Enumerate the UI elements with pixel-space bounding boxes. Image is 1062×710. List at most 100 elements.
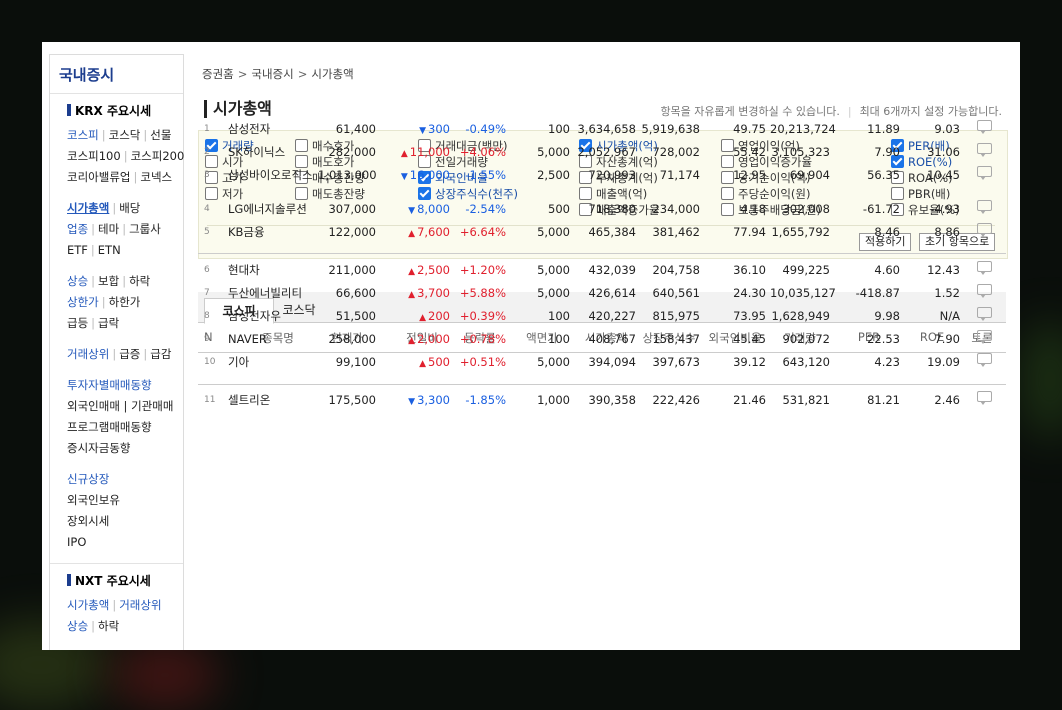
discussion-icon[interactable] [977, 223, 992, 237]
foreign-ratio: 4.18 [740, 202, 766, 216]
sidebar-link[interactable]: 외국인매매 | 기관매매 [67, 399, 173, 413]
stock-name-link[interactable]: LG에너지솔루션 [228, 201, 320, 218]
sidebar-link-row: 코리아밸류업 | 코넥스 [67, 167, 183, 188]
sidebar-link[interactable]: 코스닥 [109, 128, 141, 142]
stock-name-link[interactable]: KB금융 [228, 224, 320, 241]
sidebar-link[interactable]: 하한가 [109, 295, 141, 309]
discussion-icon[interactable] [977, 353, 992, 367]
change-rate: -1.55% [465, 168, 506, 182]
sidebar-link[interactable]: IPO [67, 535, 86, 549]
sidebar-link[interactable]: ETN [98, 243, 121, 257]
change-value: 500 [428, 355, 450, 369]
stock-name-link[interactable]: 셀트리온 [228, 392, 320, 409]
sidebar-link[interactable]: 급등 [67, 316, 88, 330]
link-separator: | [133, 170, 138, 184]
sidebar-link[interactable]: 투자자별매매동향 [67, 378, 152, 392]
sidebar-link[interactable]: 배당 [119, 201, 140, 215]
market-cap: 394,094 [588, 355, 636, 369]
sidebar-link[interactable]: 코스피200 [131, 149, 185, 163]
roe: 19.09 [927, 355, 960, 369]
stock-name-link[interactable]: 삼성전자우 [228, 308, 320, 325]
sidebar-link[interactable]: 급증 [119, 347, 140, 361]
sidebar-link-row: 시가총액 | 거래상위 [67, 595, 183, 616]
sidebar-link[interactable]: 거래상위 [67, 347, 109, 361]
sidebar-link[interactable]: 상한가 [67, 295, 99, 309]
sidebar-link[interactable]: 테마 [98, 222, 119, 236]
current-price: 66,600 [335, 286, 376, 300]
listed-shares: 397,673 [652, 355, 700, 369]
breadcrumb-item[interactable]: 국내증시 [251, 67, 293, 81]
breadcrumb-separator-icon: > [297, 67, 308, 81]
sidebar-group-investor: 투자자별매매동향외국인매매 | 기관매매프로그램매매동향증시자금동향 [67, 375, 183, 459]
sidebar-link-row: 외국인매매 | 기관매매 [67, 396, 183, 417]
sidebar-link[interactable]: 프로그램매매동향 [67, 420, 152, 434]
sidebar-link[interactable]: 시가총액 [67, 598, 109, 612]
down-arrow-icon: ▼ [408, 397, 416, 407]
discussion-icon[interactable] [977, 261, 992, 275]
sidebar-link[interactable]: 코스피 [67, 128, 99, 142]
sidebar-link[interactable]: 그룹사 [129, 222, 161, 236]
stock-name-link[interactable]: SK하이닉스 [228, 144, 320, 161]
option-limit-note: 최대 6개까지 설정 가능합니다. [859, 105, 1002, 118]
discussion-icon[interactable] [977, 307, 992, 321]
sidebar-nxt-section: NXT 주요시세 시가총액 | 거래상위 상승 | 하락 [50, 564, 183, 637]
discussion-icon[interactable] [977, 330, 992, 344]
link-separator: | [112, 201, 117, 215]
sidebar-link[interactable]: 하락 [129, 274, 150, 288]
sidebar-link[interactable]: 선물 [150, 128, 171, 142]
option-note: 항목을 자유롭게 변경하실 수 있습니다. | 최대 6개까지 설정 가능합니다. [660, 103, 1002, 119]
table-row: 4 LG에너지솔루션 307,000 ▼ 8,000 -2.54% 500 718,380 23… [198, 198, 1006, 221]
group-divider [198, 384, 1006, 385]
discussion-icon[interactable] [977, 143, 992, 157]
finance-page: 국내증시 KRX 주요시세 코스피 | 코스닥 | 선물 코스피100 | 코스피200 코리아… [42, 42, 1020, 650]
stock-name-link[interactable]: 삼성바이오로직스 [228, 167, 320, 184]
roe: 1.52 [934, 286, 960, 300]
market-cap: 720,993 [588, 168, 636, 182]
discussion-icon[interactable] [977, 284, 992, 298]
link-separator: | [143, 128, 148, 142]
market-cap: 465,384 [588, 225, 636, 239]
change-rate: +1.20% [459, 263, 506, 277]
sidebar-link[interactable]: ETF [67, 243, 88, 257]
sidebar-link-row: 신규상장 [67, 469, 183, 490]
sidebar-link[interactable]: 보합 [98, 274, 119, 288]
sidebar-link[interactable]: 외국인보유 [67, 493, 120, 507]
stock-name-link[interactable]: 현대차 [228, 262, 320, 279]
sidebar-link[interactable]: 코넥스 [140, 170, 172, 184]
sidebar-link[interactable]: 상승 [67, 619, 88, 633]
sidebar-link[interactable]: 코스피100 [67, 149, 121, 163]
discussion-icon[interactable] [977, 391, 992, 405]
table-row: 9 NAVER 258,000 ▲ 2,000 +0.78% 100 408,767 158,4… [198, 328, 1006, 351]
change-value: 3,700 [417, 286, 450, 300]
sidebar-link[interactable]: 코리아밸류업 [67, 170, 130, 184]
sidebar-link[interactable]: 업종 [67, 222, 88, 236]
stock-name-link[interactable]: 두산에너빌리티 [228, 285, 320, 302]
down-arrow-icon: ▼ [408, 206, 416, 216]
row-number: 2 [204, 147, 210, 157]
discussion-icon[interactable] [977, 200, 992, 214]
heading-marker [67, 574, 71, 586]
up-arrow-icon: ▲ [419, 313, 427, 323]
sidebar-link[interactable]: 급감 [150, 347, 171, 361]
sidebar-link[interactable]: 급락 [98, 316, 119, 330]
breadcrumb-item[interactable]: 증권홈 [202, 67, 234, 81]
sidebar-link[interactable]: 증시자금동향 [67, 441, 130, 455]
stock-name-link[interactable]: 기아 [228, 354, 320, 371]
stock-name-link[interactable]: NAVER [228, 331, 320, 348]
discussion-icon[interactable] [977, 166, 992, 180]
stock-name-link[interactable]: 삼성전자 [228, 121, 320, 138]
sidebar-link[interactable]: 거래상위 [119, 598, 161, 612]
listed-shares: 222,426 [652, 393, 700, 407]
sidebar-link[interactable]: 상승 [67, 274, 88, 288]
sidebar-krx-heading-label: KRX 주요시세 [75, 104, 152, 118]
sidebar-link-row: 시가총액 | 배당 [67, 198, 183, 219]
sidebar-link[interactable]: 시가총액 [67, 201, 109, 215]
sidebar-link[interactable]: 하락 [98, 619, 119, 633]
sidebar-title[interactable]: 국내증시 [50, 55, 183, 94]
sidebar-link[interactable]: 장외시세 [67, 514, 109, 528]
sidebar-link[interactable]: 신규상장 [67, 472, 109, 486]
current-price: 282,000 [328, 145, 376, 159]
table-row: 7 두산에너빌리티 66,600 ▲ 3,700 +5.88% 5,000 426,614 64… [198, 282, 1006, 305]
discussion-icon[interactable] [977, 120, 992, 134]
